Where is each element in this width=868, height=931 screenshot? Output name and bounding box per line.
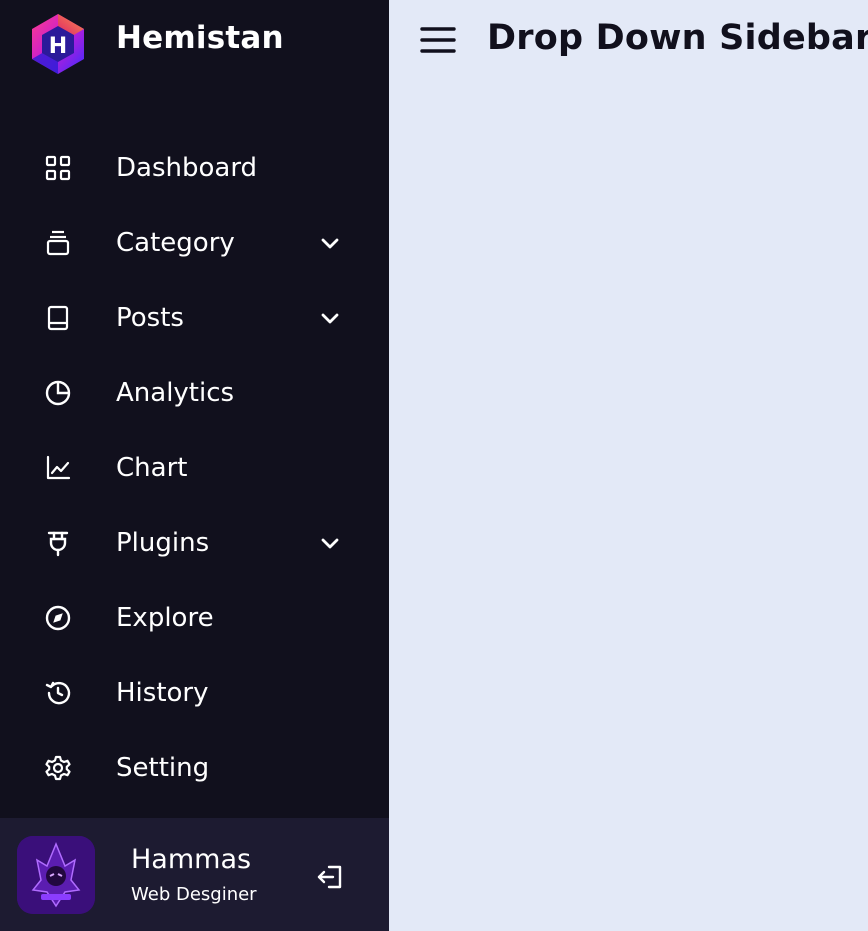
brand-name: Hemistan	[116, 20, 284, 56]
nav-label-posts: Posts	[116, 302, 184, 333]
nav-item-chart[interactable]: Chart	[0, 430, 389, 505]
home-section: Drop Down Sidebar	[389, 0, 868, 931]
nav-item-history[interactable]: History	[0, 655, 389, 730]
nav-item-dashboard[interactable]: Dashboard	[0, 130, 389, 205]
collection-icon	[46, 230, 70, 255]
compass-icon	[45, 605, 71, 630]
gear-icon	[45, 755, 71, 780]
plug-icon	[47, 531, 69, 556]
pie-chart-icon	[45, 380, 71, 405]
nav-label-plugins: Plugins	[116, 527, 210, 558]
brand[interactable]: H Hemistan	[26, 12, 284, 76]
profile-panel: Hammas Web Desginer	[0, 818, 389, 931]
chevron-down-icon[interactable]	[318, 231, 342, 255]
grid-icon	[45, 155, 71, 180]
nav-item-plugins[interactable]: Plugins	[0, 505, 389, 580]
nav-label-chart: Chart	[116, 452, 188, 483]
chevron-down-icon[interactable]	[318, 306, 342, 330]
avatar-image	[17, 836, 95, 914]
nav-item-explore[interactable]: Explore	[0, 580, 389, 655]
nav-label-explore: Explore	[116, 602, 214, 633]
nav-label-category: Category	[116, 227, 235, 258]
nav-item-analytics[interactable]: Analytics	[0, 355, 389, 430]
avatar[interactable]	[17, 836, 95, 914]
line-chart-icon	[46, 455, 71, 479]
nav-label-history: History	[116, 677, 209, 708]
page-title: Drop Down Sidebar	[487, 18, 868, 58]
nav-item-posts[interactable]: Posts	[0, 280, 389, 355]
nav-item-setting[interactable]: Setting	[0, 730, 389, 805]
sidebar: H Hemistan Dashboard Category Posts Anal…	[0, 0, 389, 931]
book-icon	[47, 305, 69, 330]
hexagon-logo-icon: H	[32, 14, 84, 74]
logo-letter: H	[49, 34, 67, 59]
nav-label-analytics: Analytics	[116, 377, 235, 408]
profile-job: Web Desginer	[131, 884, 257, 905]
chevron-down-icon[interactable]	[318, 531, 342, 555]
sidebar-nav: Dashboard Category Posts Analytics Chart…	[0, 130, 389, 805]
nav-label-setting: Setting	[116, 752, 210, 783]
profile-name: Hammas	[131, 844, 252, 875]
logout-icon[interactable]	[316, 862, 346, 892]
hamburger-menu-icon[interactable]	[419, 24, 457, 56]
history-icon	[45, 681, 71, 704]
nav-item-category[interactable]: Category	[0, 205, 389, 280]
nav-label-dashboard: Dashboard	[116, 152, 258, 183]
